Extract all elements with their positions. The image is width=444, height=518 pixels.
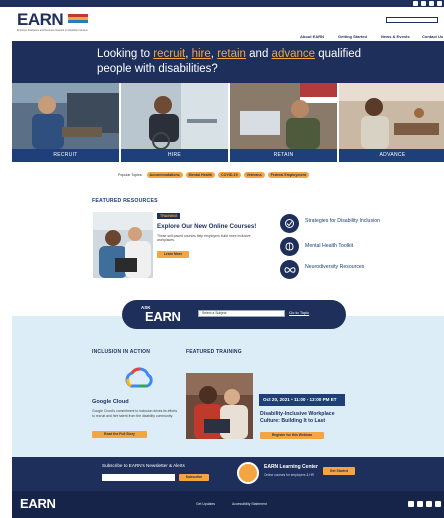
learning-center-subtitle: Online courses for employers & HR — [264, 473, 314, 477]
photo-advance[interactable] — [339, 83, 444, 149]
photo-hire[interactable] — [121, 83, 228, 149]
training-badge: TRAINING — [157, 213, 181, 219]
category-hire-button[interactable]: HIRE — [121, 149, 228, 162]
subject-select[interactable]: Select a Subject — [198, 310, 285, 317]
infinity-icon — [280, 260, 299, 279]
featured-resource-image — [93, 212, 153, 278]
inclusion-in-action-heading: INCLUSION IN ACTION — [92, 349, 151, 355]
hero-banner: Looking to recruit, hire, retain and adv… — [12, 41, 444, 83]
footer-link-updates[interactable]: Get Updates — [196, 502, 215, 506]
footer-link-accessibility[interactable]: Accessibility Statement — [232, 502, 267, 506]
hero-link-hire[interactable]: hire — [192, 48, 211, 60]
nav-news-events[interactable]: News & Events — [381, 34, 410, 39]
topic-pill[interactable]: Mental Health — [185, 172, 216, 178]
strategy-icon — [280, 214, 299, 233]
learning-center-title: EARN Learning Center — [264, 464, 318, 470]
featured-resource-description: These self-paced courses help employers … — [157, 234, 251, 243]
photo-retain[interactable] — [230, 83, 337, 149]
newsletter-label: Subscribe to EARN's Newsletter & Alerts — [102, 463, 185, 468]
read-full-story-button[interactable]: Read the Full Story — [92, 431, 147, 438]
category-recruit-button[interactable]: RECRUIT — [12, 149, 119, 162]
resource-label: Neurodiversity Resources — [305, 264, 365, 270]
resource-link-strategies[interactable]: Strategies for Disability Inclusion — [280, 214, 400, 234]
learning-center-button[interactable]: Get Started — [323, 467, 355, 475]
hero-link-recruit[interactable]: recruit — [153, 48, 185, 60]
youtube-icon[interactable] — [435, 501, 441, 507]
nav-about[interactable]: About EARN — [300, 34, 324, 39]
training-title[interactable]: Disability-Inclusive Workplace Culture: … — [260, 411, 354, 424]
email-field[interactable] — [102, 474, 175, 481]
hero-link-advance[interactable]: advance — [272, 48, 315, 60]
facebook-icon[interactable] — [413, 1, 418, 6]
google-cloud-logo — [123, 366, 155, 390]
category-photo-strip: RECRUIT HIRE RETAIN ADVANCE — [12, 83, 444, 163]
ask-earn-bar: ASK EARN Select a Subject Go to Topic — [122, 300, 346, 329]
brain-icon — [280, 237, 299, 256]
facebook-icon[interactable] — [408, 501, 414, 507]
popular-topics: Popular Topics: Accommodations Mental He… — [118, 171, 309, 179]
case-study-company: Google Cloud — [92, 399, 129, 405]
ask-earn-logo: EARN — [145, 309, 181, 324]
search-input[interactable] — [386, 17, 438, 23]
topic-pill[interactable]: Accommodations — [146, 172, 183, 178]
twitter-icon[interactable] — [421, 1, 426, 6]
training-date: Oct 20, 2021 • 11:00 - 12:00 PM ET — [259, 394, 345, 406]
logo-tagline: Employer Assistance and Resource Network… — [17, 29, 88, 32]
featured-training-heading: FEATURED TRAINING — [186, 349, 242, 355]
resource-link-mental-health[interactable]: Mental Health Toolkit — [280, 237, 400, 257]
category-advance-button[interactable]: ADVANCE — [339, 149, 444, 162]
go-to-topic-link[interactable]: Go to Topic — [289, 310, 309, 315]
site-logo[interactable]: EARN — [17, 10, 64, 30]
hero-heading: Looking to recruit, hire, retain and adv… — [97, 48, 362, 75]
resource-label: Strategies for Disability Inclusion — [305, 218, 380, 224]
site-header: EARN Employer Assistance and Resource Ne… — [0, 7, 444, 41]
newsletter-band: Subscribe to EARN's Newsletter & Alerts … — [12, 457, 444, 491]
twitter-icon[interactable] — [417, 501, 423, 507]
topic-pill[interactable]: Veterans — [243, 172, 265, 178]
nav-contact[interactable]: Contact Us — [422, 34, 443, 39]
footer-logo[interactable]: EARN — [20, 496, 56, 511]
category-retain-button[interactable]: RETAIN — [230, 149, 337, 162]
popular-topics-label: Popular Topics: — [118, 173, 143, 177]
page: EARN Employer Assistance and Resource Ne… — [0, 0, 444, 518]
top-utility-bar — [0, 0, 444, 7]
resource-link-neurodiversity[interactable]: Neurodiversity Resources — [280, 260, 400, 280]
topic-pill[interactable]: Federal Employment — [267, 172, 309, 178]
youtube-icon[interactable] — [437, 1, 442, 6]
linkedin-icon[interactable] — [426, 501, 432, 507]
register-webinar-button[interactable]: Register for this Webinar — [260, 432, 324, 439]
topic-pill[interactable]: COVID-19 — [218, 172, 241, 178]
site-footer: EARN Get Updates Accessibility Statement — [12, 491, 444, 518]
nav-getting-started[interactable]: Getting Started — [338, 34, 367, 39]
linkedin-icon[interactable] — [429, 1, 434, 6]
resource-label: Mental Health Toolkit — [305, 243, 354, 249]
case-study-description: Google Cloud's commitment to inclusion d… — [92, 409, 178, 418]
logo-flag-mark — [68, 14, 88, 24]
subscribe-button[interactable]: Subscribe — [179, 474, 209, 481]
hero-link-retain[interactable]: retain — [217, 48, 246, 60]
learning-center-icon — [237, 462, 259, 484]
photo-recruit[interactable] — [12, 83, 119, 149]
featured-resource-title[interactable]: Explore Our New Online Courses! — [157, 223, 267, 230]
learn-more-button[interactable]: Learn More — [157, 251, 189, 258]
featured-resources-heading: FEATURED RESOURCES — [92, 198, 158, 204]
training-image — [186, 373, 253, 439]
